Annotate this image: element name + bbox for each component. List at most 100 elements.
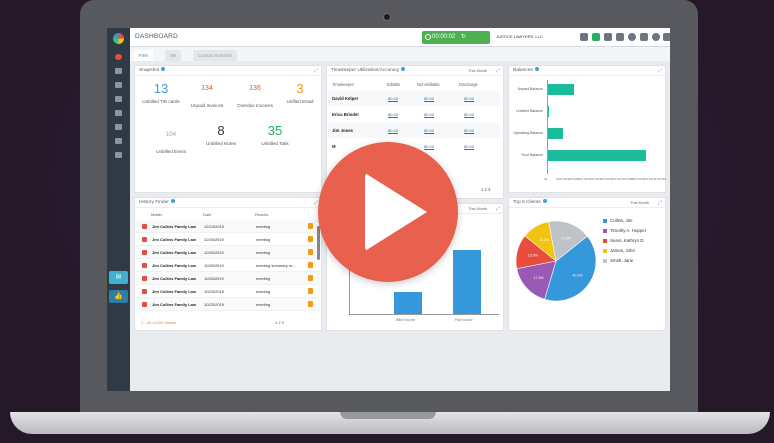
nonbillable-value[interactable]: $0.00 xyxy=(424,144,434,149)
bar[interactable] xyxy=(547,150,647,161)
column-header[interactable]: Date xyxy=(203,212,211,217)
pagination[interactable]: 1 2 3 xyxy=(481,187,490,192)
history-matter[interactable]: Jim Collins Family Law xyxy=(152,237,196,242)
billable-value[interactable]: $0.00 xyxy=(388,128,398,133)
column-header[interactable]: Billable xyxy=(387,82,401,87)
snapshot-unbilled-event[interactable]: 104 Unbilled Event xyxy=(149,128,193,154)
document-icon[interactable] xyxy=(308,249,313,255)
column-header[interactable]: Timekeeper xyxy=(332,82,354,87)
bar[interactable] xyxy=(394,291,422,314)
document-icon[interactable] xyxy=(308,262,313,268)
table-row[interactable]: Jim Collins Family Law 11/05/2019 meeting xyxy=(136,233,320,246)
table-row[interactable]: Jim Collins Family Law 11/05/2019 meeting … xyxy=(136,259,320,272)
nonbillable-value[interactable]: $0.00 xyxy=(424,128,434,133)
history-matter[interactable]: Jim Collins Family Law xyxy=(152,289,196,294)
snapshot-unbilled-notes[interactable]: 8 Unbilled Notes xyxy=(199,124,243,147)
folder-icon[interactable] xyxy=(115,68,122,74)
gear-icon[interactable] xyxy=(628,33,636,41)
snapshot-unpaid-invoices[interactable]: 134 Unpaid Invoices xyxy=(185,82,229,108)
firm-name[interactable]: JUSTICE LAWYERS, LLC xyxy=(496,34,543,39)
bar[interactable] xyxy=(453,250,481,314)
table-row[interactable]: Jim Collins Family Law 12/23/2019 meeting xyxy=(136,220,320,233)
scrollbar[interactable] xyxy=(317,226,320,260)
expand-icon[interactable]: ⤢ xyxy=(314,66,318,76)
document-icon[interactable] xyxy=(308,301,313,307)
snapshot-unfiled-email[interactable]: 3 Unfiled Email xyxy=(278,82,322,105)
billable-value[interactable]: $0.00 xyxy=(388,112,398,117)
pagination[interactable]: 1 2 3 xyxy=(275,320,284,325)
discharge-value[interactable]: $0.00 xyxy=(464,144,474,149)
bar[interactable] xyxy=(547,128,564,139)
user-icon[interactable] xyxy=(663,33,670,41)
period-select[interactable]: This Month xyxy=(630,198,649,208)
chat-bubble-icon[interactable] xyxy=(580,33,588,41)
info-icon[interactable] xyxy=(534,67,539,71)
play-button[interactable] xyxy=(318,142,458,282)
app-logo[interactable] xyxy=(113,33,124,44)
period-select[interactable]: This Month xyxy=(468,66,487,76)
reset-icon[interactable]: ↻ xyxy=(461,34,466,40)
nonbillable-value[interactable]: $0.00 xyxy=(424,112,434,117)
discharge-value[interactable]: $0.00 xyxy=(464,96,474,101)
history-matter[interactable]: Jim Collins Family Law xyxy=(152,263,196,268)
table-row[interactable]: Jim Collins Family Law 11/05/2019 meeting xyxy=(136,246,320,259)
snapshot-unbilled-task[interactable]: 35 Unbilled Task xyxy=(253,124,297,147)
bar[interactable] xyxy=(547,84,574,95)
table-row[interactable]: Jim Collins Family Law 10/23/2019 meeting xyxy=(136,298,320,311)
info-icon[interactable] xyxy=(401,67,406,71)
period-select[interactable]: This Month xyxy=(468,204,487,214)
column-header[interactable]: Results xyxy=(255,212,268,217)
bank-icon[interactable] xyxy=(592,33,600,41)
document-icon[interactable] xyxy=(308,223,313,229)
billable-value[interactable]: $0.00 xyxy=(388,96,398,101)
history-matter[interactable]: Jim Collins Family Law xyxy=(152,302,196,307)
discharge-value[interactable]: $0.00 xyxy=(464,128,474,133)
history-matter[interactable]: Jim Collins Family Law xyxy=(152,250,196,255)
legend-item[interactable]: Timothy A. Hopper xyxy=(603,228,646,233)
info-icon[interactable] xyxy=(170,199,175,203)
settings-icon[interactable] xyxy=(115,124,122,130)
chat-icon[interactable]: ✉ xyxy=(109,271,128,284)
info-icon[interactable] xyxy=(542,199,547,203)
tab-firm[interactable]: Firm xyxy=(134,50,153,61)
legend-item[interactable]: Sears, Kathryn D. xyxy=(603,238,645,243)
table-row[interactable]: David Kelper $0.00 $0.00 $0.00 xyxy=(328,91,500,106)
clock-icon[interactable] xyxy=(115,96,122,102)
column-header[interactable]: Discharge xyxy=(459,82,478,87)
expand-icon[interactable]: ⤢ xyxy=(496,204,500,214)
document-icon[interactable] xyxy=(308,288,313,294)
calendar-icon[interactable] xyxy=(115,82,122,88)
column-header[interactable]: Non-Billable xyxy=(417,82,440,87)
table-row[interactable]: Erica Brinder $0.00 $0.00 $0.00 xyxy=(328,107,500,122)
trash-icon[interactable] xyxy=(616,33,624,41)
discharge-value[interactable]: $0.00 xyxy=(464,112,474,117)
history-matter[interactable]: Jim Collins Family Law xyxy=(152,224,196,229)
expand-icon[interactable]: ⤢ xyxy=(658,198,662,208)
contacts-icon[interactable] xyxy=(115,152,122,158)
snapshot-unbilled-te[interactable]: 13 Unbilled T/E cards xyxy=(139,82,183,105)
table-row[interactable]: Jim Collins Family Law 10/23/2019 meeting xyxy=(136,285,320,298)
snapshot-overdue-invoices[interactable]: 136 Overdue Invoices xyxy=(233,82,277,108)
legend-item[interactable]: James, John xyxy=(603,248,635,253)
timer-button[interactable]: 00:00:02 ↻ xyxy=(422,31,490,44)
like-icon[interactable]: 👍 xyxy=(109,290,128,303)
document-icon[interactable] xyxy=(308,236,313,242)
billing-icon[interactable] xyxy=(115,110,122,116)
history-matter[interactable]: Jim Collins Family Law xyxy=(152,276,196,281)
film-icon[interactable] xyxy=(640,33,648,41)
reports-icon[interactable] xyxy=(115,138,122,144)
expand-icon[interactable]: ⤢ xyxy=(496,66,500,76)
expand-icon[interactable]: ⤢ xyxy=(658,66,662,76)
column-header[interactable]: Matter xyxy=(151,212,162,217)
tab-me[interactable]: Me xyxy=(165,50,182,61)
table-row[interactable]: Jim Jones $0.00 $0.00 $0.00 xyxy=(328,123,500,138)
help-icon[interactable] xyxy=(652,33,660,41)
legend-item[interactable]: Collins, Jim xyxy=(603,218,632,223)
document-icon[interactable] xyxy=(308,275,313,281)
tab-custom-activities[interactable]: Custom Activities xyxy=(193,50,238,61)
info-icon[interactable] xyxy=(161,67,166,71)
table-row[interactable]: Jim Collins Family Law 11/05/2019 meeting xyxy=(136,272,320,285)
dashboard-icon[interactable] xyxy=(115,54,122,60)
legend-item[interactable]: Smith, Jane xyxy=(603,258,633,263)
mail-icon[interactable] xyxy=(604,33,612,41)
